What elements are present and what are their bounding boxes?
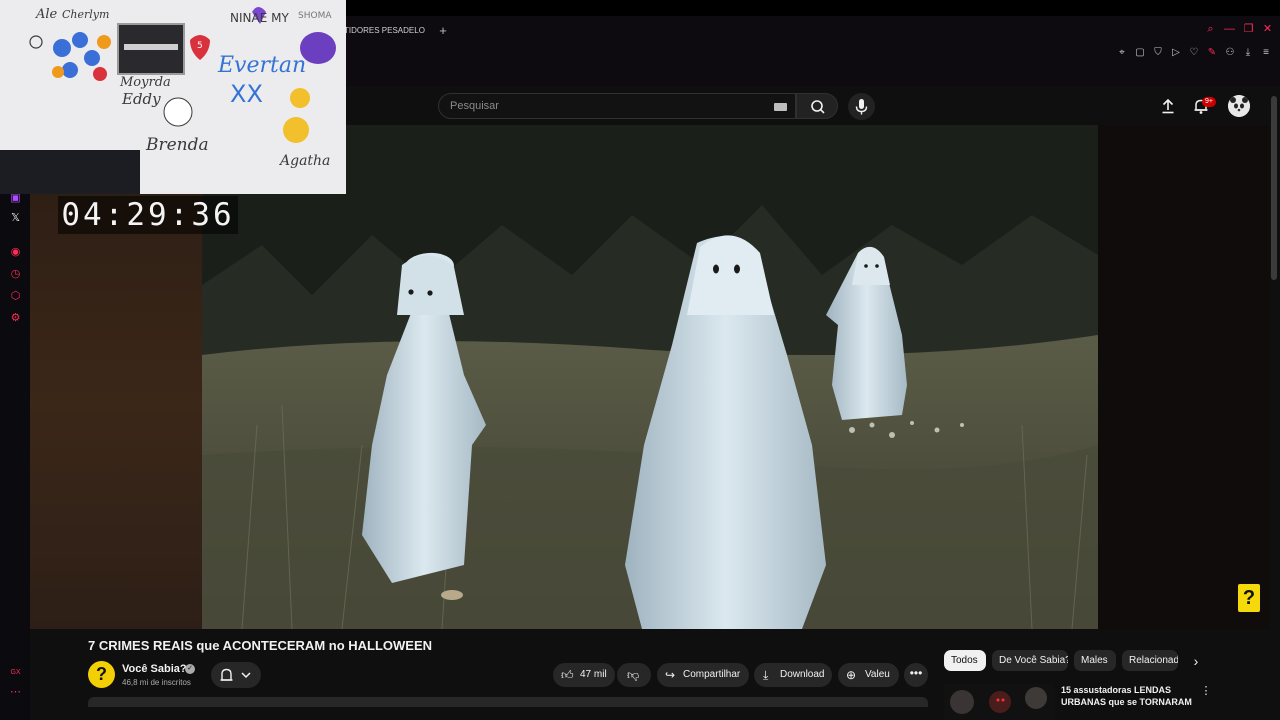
search-box[interactable]: Pesquisar (438, 93, 796, 119)
share-label: Compartilhar (683, 669, 741, 680)
search-tabs-icon[interactable]: ⌕ (1204, 22, 1217, 36)
pen-icon[interactable]: ✎ (1206, 47, 1218, 59)
new-tab-button[interactable]: + (436, 22, 450, 40)
download-button[interactable]: ⤓ Download (754, 663, 832, 687)
video-title: 7 CRIMES REAIS que ACONTECERAM no HALLOW… (88, 638, 433, 653)
chevron-right-icon[interactable]: › (1188, 652, 1204, 670)
webcam-name-6: Moyrda (119, 75, 171, 90)
sidebar-more-icon[interactable]: ⋯ (9, 686, 22, 699)
webcam-x-marks: XX (230, 80, 263, 108)
recommendation-title[interactable]: 15 assustadoras LENDAS URBANAS que se TO… (1061, 684, 1196, 708)
notification-badge: 9+ (1202, 97, 1216, 107)
microphone-icon (855, 99, 868, 115)
video-player[interactable] (202, 125, 1098, 629)
settings-icon[interactable]: ⚙ (9, 312, 22, 325)
screen: TIDORES PESADELO + ⌕ — ❐ ✕ ⌖ ▢ ⛉ ▷ ♡ ✎ ⚇… (0, 0, 1280, 720)
thumbs-down-icon: 👎︎ (627, 668, 640, 682)
like-count: 47 mil (580, 669, 607, 680)
recommendation-menu-icon[interactable]: ⋮ (1200, 684, 1212, 698)
player-ambient-right (1098, 125, 1270, 629)
webcam-name-4: SHOMA (298, 11, 332, 21)
stream-timer: 04:29:36 (58, 196, 238, 234)
webcam-wall-drawing: Ale Cherlym NINAE MY SHOMA Evertan Moyrd… (0, 0, 346, 194)
webcam-name-7: Eddy (121, 90, 161, 108)
webcam-overlay: Ale Cherlym NINAE MY SHOMA Evertan Moyrd… (0, 0, 346, 194)
keyboard-icon[interactable] (774, 103, 787, 111)
extensions-icon[interactable]: ⬡ (9, 290, 22, 303)
thanks-button[interactable]: ⊕ Valeu (838, 663, 899, 687)
subscriber-count: 46,8 mi de inscritos (122, 678, 191, 687)
bell-chevron-icon (220, 668, 251, 681)
menu-icon[interactable]: ≡ (1260, 47, 1272, 59)
minimize-button[interactable]: — (1223, 22, 1236, 36)
profile-icon[interactable]: ⚇ (1224, 47, 1236, 59)
chip-related[interactable]: Relacionad (1122, 650, 1178, 671)
subscription-bell-button[interactable] (211, 662, 261, 688)
like-button[interactable]: 👍︎ 47 mil (553, 663, 615, 687)
history-icon[interactable]: ◷ (9, 268, 22, 281)
verified-check-icon: ✓ (185, 664, 195, 674)
browser-tab[interactable]: TIDORES PESADELO (336, 20, 428, 42)
chip-all[interactable]: Todos (944, 650, 986, 671)
webcam-name-3: NINAE MY (230, 11, 289, 25)
search-button[interactable] (796, 93, 838, 119)
video-frame-ghosts (202, 125, 1098, 629)
search-input[interactable]: Pesquisar (450, 100, 499, 112)
share-button[interactable]: ↪ Compartilhar (657, 663, 749, 687)
webcam-name-5: Evertan (217, 53, 306, 78)
description-box[interactable] (88, 697, 928, 707)
webcam-name-8: Brenda (145, 135, 209, 155)
page-scrollbar[interactable] (1271, 96, 1277, 280)
webcam-number: 5 (197, 41, 203, 51)
download-icon[interactable]: ⤓ (1242, 47, 1254, 59)
shield-icon[interactable]: ⛉ (1152, 47, 1164, 59)
channel-name[interactable]: Você Sabia? (122, 663, 187, 675)
webcam-name-1: Ale (35, 7, 58, 22)
recommendation-thumbnail-image (944, 684, 1054, 720)
search-icon (811, 100, 825, 114)
recommendation-thumbnail[interactable] (944, 684, 1054, 720)
pin-icon[interactable]: ⌖ (1116, 47, 1128, 59)
x-icon[interactable]: 𝕏 (9, 212, 22, 225)
voice-search-button[interactable] (848, 93, 875, 120)
chip-from-channel[interactable]: De Você Sabia? (992, 650, 1068, 671)
gx-logo[interactable]: GX (9, 666, 22, 679)
question-badge-icon: ? (1238, 584, 1260, 612)
panda-avatar-icon (1228, 95, 1250, 117)
share-arrow-icon: ↪ (665, 668, 676, 682)
thumbs-up-icon: 👍︎ (561, 668, 574, 682)
close-window-button[interactable]: ✕ (1261, 22, 1274, 36)
window-controls: ⌕ — ❐ ✕ (1204, 22, 1274, 36)
extension-icons: ⌖ ▢ ⛉ ▷ ♡ ✎ ⚇ ⤓ ≡ (1116, 47, 1272, 61)
thanks-dollar-icon: ⊕ (846, 668, 857, 682)
download-label: Download (780, 669, 825, 680)
webcam-name-9: Agatha (278, 153, 330, 169)
more-actions-button[interactable]: ••• (904, 663, 928, 687)
play-icon[interactable]: ▷ (1170, 47, 1182, 59)
webcam-name-2: Cherlym (62, 8, 109, 21)
channel-avatar[interactable]: ? (88, 661, 115, 688)
download-arrow-icon: ⤓ (763, 668, 769, 682)
dislike-button[interactable]: 👎︎ (617, 663, 651, 687)
maximize-button[interactable]: ❐ (1242, 22, 1255, 36)
player-icon[interactable]: ◉ (9, 246, 22, 259)
upload-icon (1162, 98, 1174, 114)
chip-males[interactable]: Males (1074, 650, 1116, 671)
heart-icon[interactable]: ♡ (1188, 47, 1200, 59)
create-button[interactable] (1159, 97, 1177, 115)
account-avatar[interactable] (1228, 95, 1250, 117)
snapshot-icon[interactable]: ▢ (1134, 47, 1146, 59)
thanks-label: Valeu (865, 669, 890, 680)
